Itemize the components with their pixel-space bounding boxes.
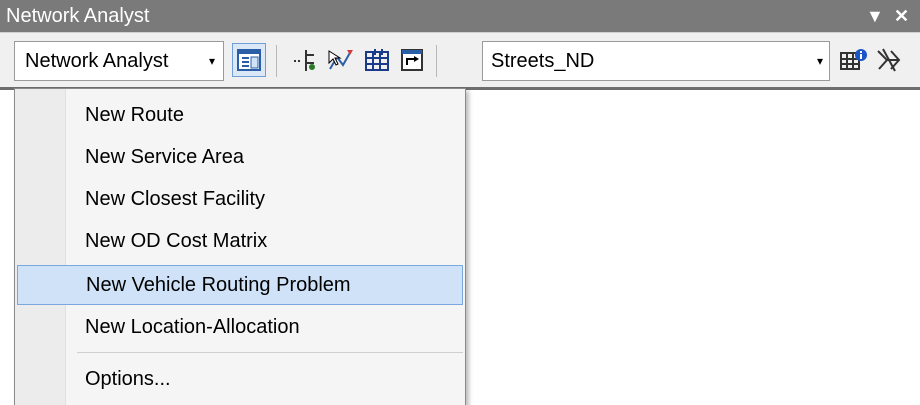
select-move-location-icon	[328, 50, 353, 70]
menu-separator	[77, 352, 463, 353]
toolbar-separator	[436, 45, 437, 77]
window-titlebar[interactable]: Network Analyst ▼ ✕	[0, 0, 920, 32]
build-network-button[interactable]	[836, 43, 870, 77]
create-network-location-button[interactable]	[288, 43, 322, 77]
network-analyst-menu-label: Network Analyst	[25, 50, 169, 72]
window-menu-dropdown-icon[interactable]: ▼	[866, 0, 884, 32]
solve-grid-icon	[365, 49, 389, 71]
create-network-location-icon	[294, 50, 315, 71]
menu-item-new-route[interactable]: New Route	[17, 95, 463, 135]
network-analyst-menu-button[interactable]: Network Analyst ▾	[14, 41, 224, 81]
network-dataset-value: Streets_ND	[491, 50, 595, 72]
menu-item-new-service-area[interactable]: New Service Area	[17, 137, 463, 177]
menu-item-options[interactable]: Options...	[17, 359, 463, 399]
close-icon[interactable]: ✕	[894, 0, 909, 32]
build-network-icon	[840, 49, 867, 70]
menu-item-new-vehicle-routing-problem[interactable]: New Vehicle Routing Problem	[17, 265, 463, 305]
toolbar-separator	[276, 45, 277, 77]
network-analyst-window-icon	[237, 49, 261, 71]
chevron-down-icon: ▾	[816, 54, 823, 68]
solve-grid-button[interactable]	[360, 43, 394, 77]
menu-item-new-location-allocation[interactable]: New Location-Allocation	[17, 307, 463, 347]
select-move-location-button[interactable]	[324, 43, 358, 77]
network-analyst-window-button[interactable]	[232, 43, 266, 77]
network-analyst-toolbar: Network Analyst ▾ Streets_ND ▾	[0, 32, 920, 90]
network-dataset-select[interactable]: Streets_ND ▾	[482, 41, 830, 81]
directions-window-button[interactable]	[396, 43, 430, 77]
menu-item-new-closest-facility[interactable]: New Closest Facility	[17, 179, 463, 219]
window-title: Network Analyst	[6, 5, 150, 27]
network-identify-icon	[877, 48, 901, 72]
chevron-down-icon: ▾	[208, 54, 215, 68]
directions-window-icon	[401, 49, 423, 71]
network-identify-button[interactable]	[872, 43, 906, 77]
menu-item-new-od-cost-matrix[interactable]: New OD Cost Matrix	[17, 221, 463, 261]
network-analyst-dropdown-menu: New Route New Service Area New Closest F…	[14, 88, 466, 405]
